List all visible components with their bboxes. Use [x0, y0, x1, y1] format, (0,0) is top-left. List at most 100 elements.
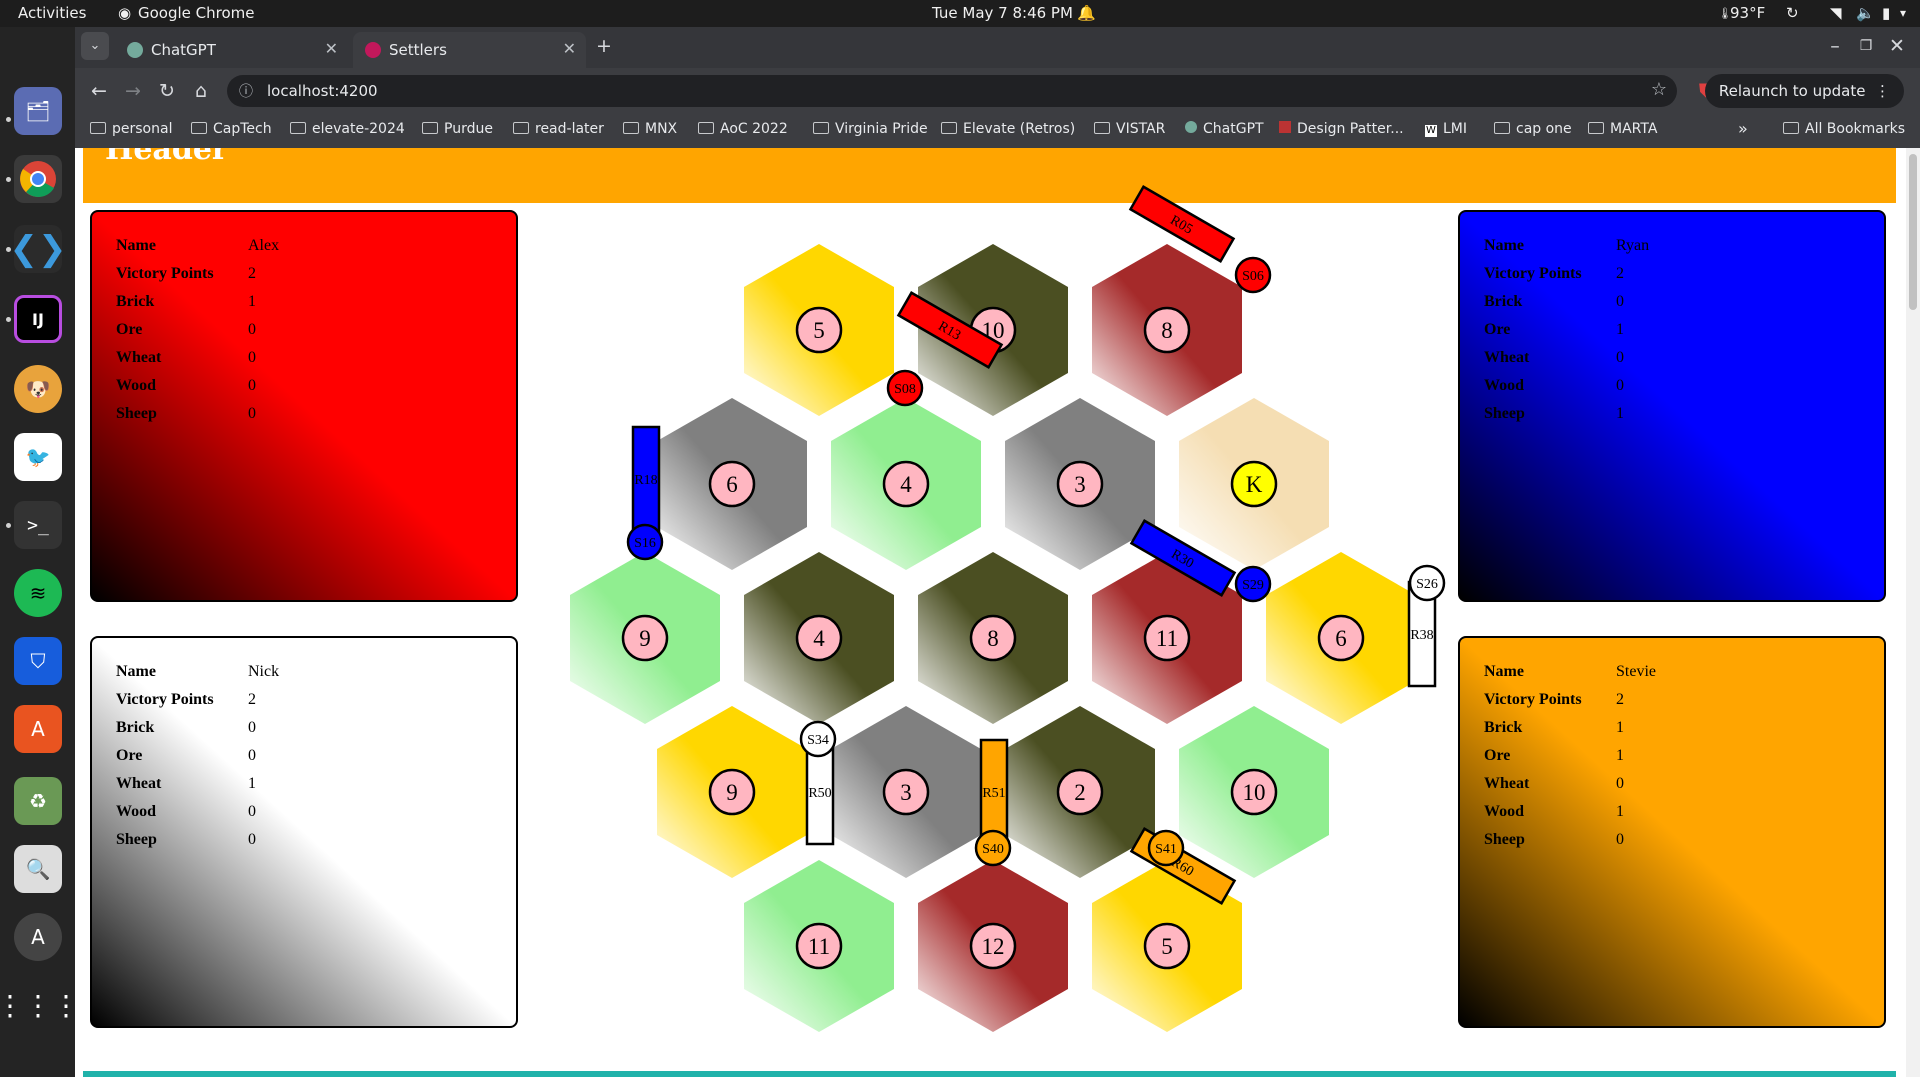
hex-tile-wood[interactable]: 8	[918, 552, 1068, 724]
bookmark-design-patterns[interactable]: Design Patter...	[1279, 121, 1404, 137]
road-r51[interactable]: R51	[979, 738, 1009, 846]
forward-icon[interactable]: →	[119, 77, 147, 105]
intellij-icon[interactable]: IJ	[14, 295, 62, 343]
bookmark-chatgpt[interactable]: ChatGPT	[1185, 121, 1264, 137]
hex-tile-brick[interactable]: 8	[1092, 244, 1242, 416]
settlement-s06[interactable]: S06	[1234, 256, 1272, 294]
hex-tile-brick[interactable]: 12	[918, 860, 1068, 1032]
hex-tile-sheep[interactable]: 10	[1179, 706, 1329, 878]
tab-search-chevron-icon[interactable]: ⌄	[81, 32, 109, 60]
new-tab-icon[interactable]: +	[590, 32, 618, 60]
folder-icon	[1494, 122, 1510, 134]
running-indicator	[6, 317, 11, 322]
bitwarden-icon[interactable]: ⛉	[14, 637, 62, 685]
bookmark-captech[interactable]: CapTech	[191, 121, 272, 137]
dog-app-icon[interactable]: 🐶	[14, 365, 62, 413]
hex-tile-sheep[interactable]: 4	[831, 398, 981, 570]
hex-tile-sheep[interactable]: 11	[744, 860, 894, 1032]
home-icon[interactable]: ⌂	[187, 77, 215, 105]
bookmark-virginia-pride[interactable]: Virginia Pride	[813, 121, 928, 137]
notification-bell-icon: 🔔	[1077, 4, 1096, 22]
relaunch-button[interactable]: Relaunch to update ⋮	[1704, 74, 1904, 108]
bookmark-cap-one[interactable]: cap one	[1494, 121, 1572, 137]
all-bookmarks[interactable]: All Bookmarks	[1783, 121, 1905, 137]
close-tab-icon[interactable]: ✕	[325, 39, 338, 58]
close-tab-icon[interactable]: ✕	[563, 39, 576, 58]
show-apps-icon[interactable]: ⋮⋮⋮	[0, 981, 80, 1029]
road-label: R38	[1410, 628, 1433, 643]
search-icon[interactable]: 🔍	[14, 845, 62, 893]
hex-tile-wheat[interactable]: 6	[1266, 552, 1416, 724]
system-top-bar: Activities ◉ Google Chrome Tue May 7 8:4…	[0, 0, 1920, 27]
hex-tile-ore[interactable]: 3	[831, 706, 981, 878]
settlement-s26[interactable]: S26	[1408, 564, 1446, 602]
software-updater-icon[interactable]: A	[14, 913, 62, 961]
address-bar[interactable]: ⓘ localhost:4200 ☆	[227, 75, 1677, 107]
hex-tile-wheat[interactable]: 5	[744, 244, 894, 416]
chrome-icon[interactable]	[14, 155, 62, 203]
settlement-s16[interactable]: S16	[626, 523, 664, 561]
hex-tile-sheep[interactable]: 9	[570, 552, 720, 724]
bookmark-elevate-retros[interactable]: Elevate (Retros)	[941, 121, 1075, 137]
bookmark-star-icon[interactable]: ☆	[1651, 79, 1667, 100]
bookmark-vistar[interactable]: VISTAR	[1094, 121, 1165, 137]
active-app-label[interactable]: Google Chrome	[138, 4, 255, 22]
terminal-icon[interactable]: >_	[14, 501, 62, 549]
reload-icon[interactable]: ↻	[153, 77, 181, 105]
system-menu-icon[interactable]: ▾	[1900, 6, 1906, 20]
hex-tile-ore[interactable]: 6	[657, 398, 807, 570]
settlement-s40[interactable]: S40	[974, 829, 1012, 867]
hex-tile-wheat[interactable]: 9	[657, 706, 807, 878]
bookmark-purdue[interactable]: Purdue	[422, 121, 493, 137]
settlement-s29[interactable]: S29	[1234, 565, 1272, 603]
close-window-icon[interactable]: ✕	[1883, 32, 1911, 60]
folder-icon	[90, 122, 106, 134]
tab-label: ChatGPT	[151, 41, 216, 59]
number-token-label: 11	[1156, 626, 1178, 651]
spotify-icon[interactable]: ≋	[14, 569, 62, 617]
activities-button[interactable]: Activities	[18, 4, 86, 22]
trash-icon[interactable]: ♻	[14, 777, 62, 825]
bookmark-mnx[interactable]: MNX	[623, 121, 677, 137]
road-r18[interactable]: R18	[631, 425, 661, 533]
clock[interactable]: Tue May 7 8:46 PM	[932, 4, 1073, 22]
settlement-s08[interactable]: S08	[886, 369, 924, 407]
browser-toolbar: ← → ↻ ⌂ ⓘ localhost:4200 ☆ ⛊ ⧉ ◐ Relaunc…	[75, 68, 1920, 113]
bookmark-read-later[interactable]: read-later	[513, 121, 604, 137]
hex-tile-wood[interactable]: 4	[744, 552, 894, 724]
more-bookmarks-icon[interactable]: »	[1738, 119, 1748, 138]
settlement-label: S08	[894, 382, 916, 397]
tab-settlers[interactable]: Settlers ✕	[353, 32, 586, 68]
running-indicator	[6, 247, 11, 252]
restore-icon[interactable]: ❐	[1852, 32, 1880, 60]
site-info-icon[interactable]: ⓘ	[239, 81, 253, 101]
page-scrollbar[interactable]	[1906, 148, 1920, 1077]
pigeon-app-icon[interactable]: 🐦	[14, 433, 62, 481]
settlement-s34[interactable]: S34	[799, 720, 837, 758]
number-token-label: 4	[900, 472, 912, 497]
settlement-label: S29	[1242, 578, 1264, 593]
number-token-label: 11	[808, 934, 830, 959]
bookmark-lmi[interactable]: W LMI	[1425, 121, 1467, 137]
url-text: localhost:4200	[267, 82, 378, 100]
sync-icon[interactable]: ↻	[1786, 4, 1799, 22]
bookmark-elevate-2024[interactable]: elevate-2024	[290, 121, 405, 137]
settlement-s41[interactable]: S41	[1147, 829, 1185, 867]
app-center-icon[interactable]: A	[14, 705, 62, 753]
bookmark-personal[interactable]: personal	[90, 121, 172, 137]
wifi-icon[interactable]: ◥	[1830, 4, 1842, 22]
bookmark-marta[interactable]: MARTA	[1588, 121, 1657, 137]
tab-chatgpt[interactable]: ChatGPT ✕	[115, 32, 348, 68]
scrollbar-thumb[interactable]	[1909, 154, 1917, 310]
vscode-icon[interactable]: ❮❯	[10, 225, 67, 273]
hex-tile-desert[interactable]: K	[1179, 398, 1329, 570]
road-r05[interactable]: R05	[1128, 185, 1236, 263]
battery-icon[interactable]: ▮	[1882, 4, 1890, 22]
weather-temperature[interactable]: 93°F	[1730, 4, 1765, 22]
back-icon[interactable]: ←	[85, 77, 113, 105]
settlement-label: S16	[634, 536, 656, 551]
minimize-icon[interactable]: –	[1821, 32, 1849, 60]
volume-icon[interactable]: 🔈	[1856, 4, 1875, 22]
bookmark-aoc-2022[interactable]: AoC 2022	[698, 121, 788, 137]
files-icon[interactable]: 🗂	[14, 87, 62, 135]
